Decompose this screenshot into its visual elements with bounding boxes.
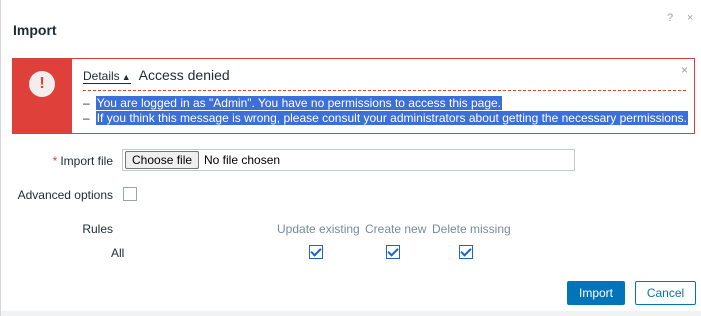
alert-close-icon[interactable]: ×	[681, 63, 688, 77]
alert-message: If you think this message is wrong, plea…	[95, 111, 688, 125]
alert-message: You are logged in as "Admin". You have n…	[95, 96, 503, 110]
required-mark: *	[52, 154, 58, 168]
exclamation-icon: !	[29, 71, 55, 97]
advanced-options-checkbox[interactable]	[123, 187, 137, 201]
alert-divider	[83, 90, 686, 91]
file-status-text: No file chosen	[204, 153, 281, 167]
bullet-dash: –	[83, 111, 90, 125]
import-file-label: * Import file	[41, 154, 113, 168]
create-new-checkbox[interactable]	[386, 245, 400, 259]
import-dialog: Import ? × ! Details ▲ Access denied – You …	[0, 0, 701, 316]
cancel-button[interactable]: Cancel	[635, 281, 696, 305]
bullet-dash: –	[83, 96, 90, 110]
alert-body: Details ▲ Access denied – You are logged in…	[83, 66, 688, 126]
background-strip	[1, 311, 701, 316]
advanced-options-label: Advanced options	[17, 188, 113, 202]
alert-messages: – You are logged in as "Admin". You have …	[83, 96, 688, 126]
choose-file-button[interactable]: Choose file	[125, 151, 200, 169]
error-alert: ! Details ▲ Access denied – You are logged …	[12, 58, 695, 134]
alert-header: Details ▲ Access denied	[83, 66, 686, 88]
alert-message-row: – If you think this message is wrong, ple…	[83, 111, 688, 126]
import-file-input[interactable]: Choose file No file chosen	[122, 149, 575, 171]
help-icon[interactable]: ?	[667, 12, 673, 24]
alert-message-row: – You are logged in as "Admin". You have …	[83, 96, 686, 111]
close-icon[interactable]: ×	[687, 12, 693, 24]
update-existing-checkbox[interactable]	[309, 245, 323, 259]
col-update-existing: Update existing	[277, 222, 360, 236]
alert-side-bar: !	[13, 59, 72, 133]
col-create-new: Create new	[365, 222, 427, 236]
rules-row-label: All	[111, 246, 125, 260]
dialog-title: Import	[13, 22, 57, 38]
rules-label: Rules	[82, 222, 113, 236]
import-button[interactable]: Import	[567, 281, 625, 305]
details-toggle[interactable]: Details ▲	[83, 69, 131, 84]
import-file-label-text: Import file	[60, 154, 113, 168]
details-label[interactable]: Details	[83, 69, 120, 83]
col-delete-missing: Delete missing	[432, 222, 511, 236]
alert-heading: Access denied	[138, 67, 230, 83]
caret-up-icon[interactable]: ▲	[122, 72, 131, 82]
delete-missing-checkbox[interactable]	[459, 245, 473, 259]
